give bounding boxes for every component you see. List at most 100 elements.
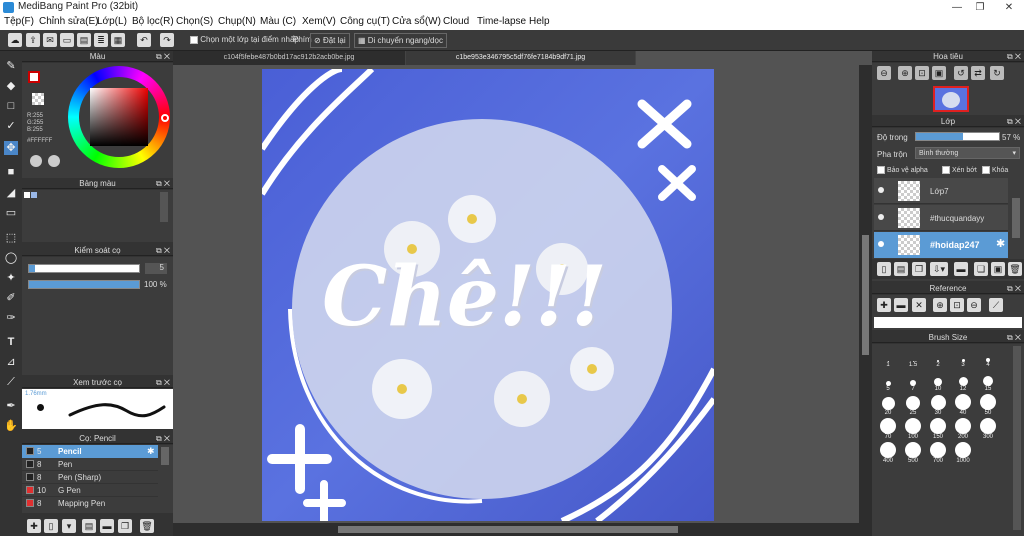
reference-fit-icon[interactable]: ⊡ xyxy=(950,298,964,312)
merge-icon[interactable]: ❏ xyxy=(974,262,988,276)
brush-size-option[interactable]: 7 xyxy=(901,374,925,398)
zoom-in-icon[interactable]: ⊕ xyxy=(898,66,912,80)
layer-menu-icon[interactable]: ⇩▾ xyxy=(930,262,948,276)
rect-fill-icon[interactable]: ■ xyxy=(4,165,18,179)
menu-color[interactable]: Màu (C) xyxy=(260,16,296,27)
chat-icon[interactable]: ✉ xyxy=(43,33,57,47)
palette-swatch[interactable] xyxy=(24,192,30,198)
menu-edit[interactable]: Chỉnh sửa(E) xyxy=(39,16,99,27)
layer-settings-icon[interactable]: ✱ xyxy=(996,237,1005,250)
brush-item-pen[interactable]: 8 Pen xyxy=(22,458,158,471)
panel-close-icon[interactable]: ⧉ ✕ xyxy=(156,245,170,256)
layer-item[interactable]: #thucquandayy xyxy=(874,205,1008,231)
comment-icon[interactable]: ▭ xyxy=(60,33,74,47)
select-pen-icon[interactable]: ✐ xyxy=(4,291,18,305)
reference-zoom-in-icon[interactable]: ⊕ xyxy=(933,298,947,312)
brush-size-option[interactable]: 700 xyxy=(926,442,950,470)
bucket-tool-icon[interactable]: ◢ xyxy=(4,186,18,200)
hue-handle[interactable] xyxy=(161,114,169,122)
menu-capture[interactable]: Chụp(N) xyxy=(218,16,256,27)
protect-alpha-checkbox[interactable] xyxy=(877,166,885,174)
copy-brush-icon[interactable]: ▤ xyxy=(82,519,96,533)
delete-brush-icon[interactable]: 🗑 xyxy=(140,519,154,533)
palette-icon[interactable] xyxy=(30,155,42,167)
rotate-left-icon[interactable]: ↺ xyxy=(954,66,968,80)
move-button[interactable]: ▦ Di chuyển ngang/dọc xyxy=(354,33,447,48)
move-tool-icon[interactable]: ✥ xyxy=(4,141,18,155)
brush-size-option[interactable]: 1.5 xyxy=(901,350,925,374)
brush-size-option[interactable]: 400 xyxy=(876,442,900,470)
flip-icon[interactable]: ⇄ xyxy=(971,66,985,80)
rotate-right-icon[interactable]: ↻ xyxy=(990,66,1004,80)
brush-size-option[interactable]: 2 xyxy=(926,350,950,374)
lasso-tool-icon[interactable]: ◯ xyxy=(4,251,18,265)
layer-scrollbar[interactable] xyxy=(1012,198,1020,238)
brush-size-option[interactable]: 1 xyxy=(876,350,900,374)
text-tool-icon[interactable]: T xyxy=(4,335,18,349)
visibility-eye-icon[interactable] xyxy=(878,187,884,193)
lock-checkbox[interactable] xyxy=(982,166,990,174)
menu-view[interactable]: Xem(V) xyxy=(302,16,336,27)
brush-menu-icon[interactable]: ▾ xyxy=(62,519,76,533)
menu-timelapse[interactable]: Time-lapse xyxy=(477,16,526,27)
menu-filter[interactable]: Bộ lọc(R) xyxy=(132,16,174,27)
cloud-icon[interactable]: ☁ xyxy=(8,33,22,47)
reference-add-icon[interactable]: ✚ xyxy=(877,298,891,312)
opacity-slider[interactable] xyxy=(28,280,140,289)
list-icon[interactable]: ≣ xyxy=(94,33,108,47)
brush-item-g-pen[interactable]: 10 G Pen xyxy=(22,484,158,497)
panel-close-icon[interactable]: ⧉ ✕ xyxy=(156,51,170,62)
menu-help[interactable]: Help xyxy=(529,16,550,27)
navigator-thumbnail[interactable] xyxy=(933,86,969,112)
undo-icon[interactable]: ↶ xyxy=(137,33,151,47)
layer-folder-icon[interactable]: ▬ xyxy=(954,262,968,276)
panel-close-icon[interactable]: ⧉ ✕ xyxy=(1007,116,1021,127)
visibility-eye-icon[interactable] xyxy=(878,214,884,220)
menu-file[interactable]: Tệp(F) xyxy=(4,16,34,27)
marquee-tool-icon[interactable]: ⬚ xyxy=(4,231,18,245)
blend-mode-select[interactable]: Bình thường ▾ xyxy=(915,147,1020,159)
panel-close-icon[interactable]: ⧉ ✕ xyxy=(1007,51,1021,62)
reference-open-icon[interactable]: ▬ xyxy=(894,298,908,312)
brush-size-option[interactable]: 5 xyxy=(876,374,900,398)
menu-select[interactable]: Chọn(S) xyxy=(176,16,213,27)
divide-tool-icon[interactable]: ⊿ xyxy=(4,355,18,369)
visibility-eye-icon[interactable] xyxy=(878,241,884,247)
eraser-tool-icon[interactable]: ◆ xyxy=(4,79,18,93)
panel-close-icon[interactable]: ⧉ ✕ xyxy=(156,433,170,444)
layer-opacity-slider[interactable] xyxy=(915,132,1000,141)
new-brush-icon[interactable]: ▯ xyxy=(44,519,58,533)
palette-scrollbar[interactable] xyxy=(160,192,168,222)
folder-icon[interactable]: ▬ xyxy=(100,519,114,533)
palette-swatch[interactable] xyxy=(31,192,37,198)
brush-settings-icon[interactable]: ✱ xyxy=(147,446,155,457)
panel-close-icon[interactable]: ⧉ ✕ xyxy=(1007,283,1021,294)
reset-button[interactable]: ⊘ Đặt lại xyxy=(310,33,350,48)
clipping-checkbox[interactable] xyxy=(942,166,950,174)
doc-tab-2[interactable]: c1be953e346795c5df76fe7184b9df71.jpg xyxy=(406,51,636,65)
reference-zoom-out-icon[interactable]: ⊖ xyxy=(967,298,981,312)
picker-icon[interactable] xyxy=(48,155,60,167)
brush-size-option[interactable]: 500 xyxy=(901,442,925,470)
new-layer-icon[interactable]: ▯ xyxy=(877,262,891,276)
menu-tools[interactable]: Công cụ(T) xyxy=(340,16,390,27)
select-layer-option[interactable]: Chọn một lớp tại điểm nhấp xyxy=(190,35,299,44)
protect-alpha-option[interactable]: Bảo vệ alpha xyxy=(877,166,928,174)
brush-size-value[interactable]: 5 xyxy=(145,263,167,274)
pen2-tool-icon[interactable]: ✒ xyxy=(4,399,18,413)
select-layer-checkbox[interactable] xyxy=(190,35,198,44)
maximize-button[interactable]: ❐ xyxy=(967,0,993,15)
shape-tool-icon[interactable]: □ xyxy=(4,99,18,113)
brush-size-option[interactable]: 1000 xyxy=(951,442,975,470)
brush-item-pen-sharp[interactable]: 8 Pen (Sharp) xyxy=(22,471,158,484)
clipping-option[interactable]: Xén bớt xyxy=(942,166,977,174)
panel-close-icon[interactable]: ⧉ ✕ xyxy=(1007,332,1021,343)
eyedropper-icon[interactable]: ⟋ xyxy=(4,375,18,389)
brush-item-mapping-pen[interactable]: 8 Mapping Pen xyxy=(22,497,158,510)
pen-tool-icon[interactable]: ✎ xyxy=(4,59,18,73)
check-tool-icon[interactable]: ✓ xyxy=(4,119,18,133)
doc-tab-1[interactable]: c104f5febe487b0bd17ac912b2acb0be.jpg xyxy=(173,51,406,65)
doc-icon[interactable]: ▤ xyxy=(77,33,91,47)
grid-icon[interactable]: ▦ xyxy=(111,33,125,47)
panel-close-icon[interactable]: ⧉ ✕ xyxy=(156,178,170,189)
